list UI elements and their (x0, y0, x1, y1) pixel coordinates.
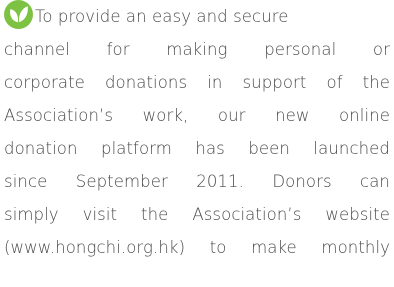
page: To provide an easy and secure channel fo… (0, 0, 394, 287)
leaf-icon (4, 0, 33, 29)
paragraph-line-3: corporate donations in support of the (4, 73, 390, 92)
paragraph-line-1-text: To provide an easy and secure (35, 7, 289, 26)
paragraph-line-2: channel for making personal or (4, 40, 390, 59)
paragraph-line-8: (www.hongchi.org.hk) to make monthly (4, 238, 390, 257)
paragraph-line-1: To provide an easy and secure (4, 0, 390, 33)
paragraph-line-6: since September 2011. Donors can (4, 172, 390, 191)
paragraph-line-5: donation platform has been launched (4, 139, 390, 158)
donation-paragraph: To provide an easy and secure channel fo… (4, 0, 390, 264)
paragraph-line-4: Association’s work, our new online (4, 106, 390, 125)
paragraph-line-7: simply visit the Association’s website (4, 205, 390, 224)
